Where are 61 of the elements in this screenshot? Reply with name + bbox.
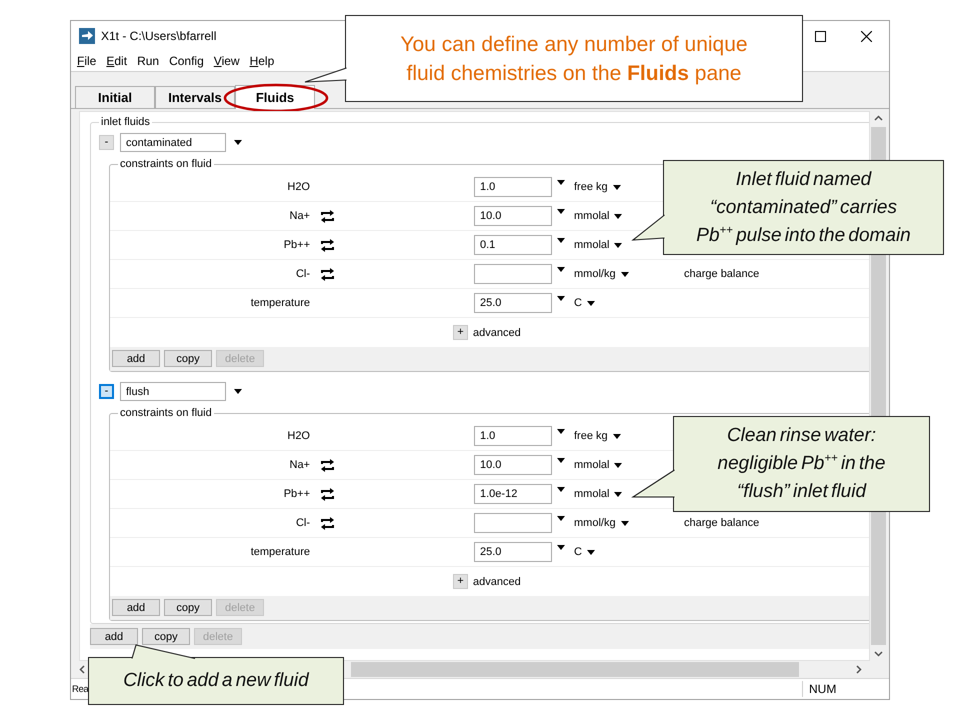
button[interactable]: add [112, 350, 160, 367]
callout: Clean rinse water: negligible Pb$^{++}$ in the “flush” inlet fluid [673, 416, 930, 512]
species-label: Pb++ [284, 239, 310, 251]
value-field[interactable]: 10.0 [474, 206, 552, 226]
unit-dropdown[interactable]: mmolal [570, 459, 622, 471]
callout: You can define any number of unique fluid chemistries on the Fluids pane [345, 15, 803, 102]
advanced-label: advanced [473, 326, 521, 338]
menu-item[interactable]: View [214, 54, 240, 68]
value-field[interactable]: 0.1 [474, 235, 552, 255]
unit-dropdown[interactable]: free kg [570, 430, 621, 442]
species-label: Cl- [296, 268, 310, 280]
constraint-note: charge balance [684, 517, 760, 529]
value-field[interactable]: 1.0 [474, 426, 552, 446]
group-title: constraints on fluid [118, 407, 214, 419]
group-title: inlet fluids [99, 116, 152, 128]
value-field[interactable]: 1.0e-12 [474, 484, 552, 504]
status-indicator: NUM [802, 681, 853, 697]
menu-item[interactable]: Config [169, 54, 204, 68]
species-label: temperature [250, 297, 310, 309]
value-field[interactable]: 10.0 [474, 455, 552, 475]
button[interactable]: copy [164, 350, 212, 367]
unit-dropdown[interactable]: mmolal [570, 488, 622, 500]
expand-button[interactable]: + [453, 574, 468, 589]
menu-item[interactable]: File [77, 54, 96, 68]
menu-item[interactable]: Run [137, 54, 160, 68]
collapse-button[interactable]: - [99, 135, 114, 150]
species-label: temperature [250, 546, 310, 558]
unit-dropdown[interactable]: mmolal [570, 210, 622, 222]
fluid-name-field[interactable]: flush [120, 382, 226, 401]
tab[interactable]: Initial [75, 86, 155, 108]
unit-dropdown[interactable]: mmol/kg [570, 268, 629, 280]
callout: Inlet fluid named “contaminated” carries Pb$^{++}$ pulse into the domain [663, 160, 944, 255]
menu-item[interactable]: Edit [106, 54, 128, 68]
species-label: Na+ [290, 210, 310, 222]
species-label: Na+ [290, 459, 310, 471]
species-label: H2O [287, 430, 310, 442]
button[interactable]: add [112, 599, 160, 616]
species-label: Pb++ [284, 488, 310, 500]
collapse-button[interactable]: - [99, 384, 114, 399]
menu-item[interactable]: Help [250, 54, 274, 68]
unit-dropdown[interactable]: free kg [570, 181, 621, 193]
value-field[interactable]: 25.0 [474, 293, 552, 313]
window-title: X1t - C:\Users\bfarrell [101, 29, 216, 43]
unit-dropdown[interactable]: mmol/kg [570, 517, 629, 529]
unit-dropdown[interactable]: C [570, 546, 595, 558]
status-text: Rea [72, 684, 88, 694]
group-title: constraints on fluid [118, 158, 214, 170]
unit-dropdown[interactable]: mmolal [570, 239, 622, 251]
button[interactable]: copy [164, 599, 212, 616]
fluid-name-field[interactable]: contaminated [120, 133, 226, 152]
expand-button[interactable]: + [453, 325, 468, 340]
unit-dropdown[interactable]: C [570, 297, 595, 309]
value-field[interactable]: 1.0 [474, 177, 552, 197]
tab[interactable]: Intervals [155, 86, 235, 108]
constraint-note: charge balance [684, 268, 760, 280]
species-label: H2O [287, 181, 310, 193]
button[interactable]: copy [142, 628, 190, 645]
button[interactable]: add [90, 628, 138, 645]
species-label: Cl- [296, 517, 310, 529]
value-field[interactable]: 25.0 [474, 542, 552, 562]
advanced-label: advanced [473, 576, 521, 588]
